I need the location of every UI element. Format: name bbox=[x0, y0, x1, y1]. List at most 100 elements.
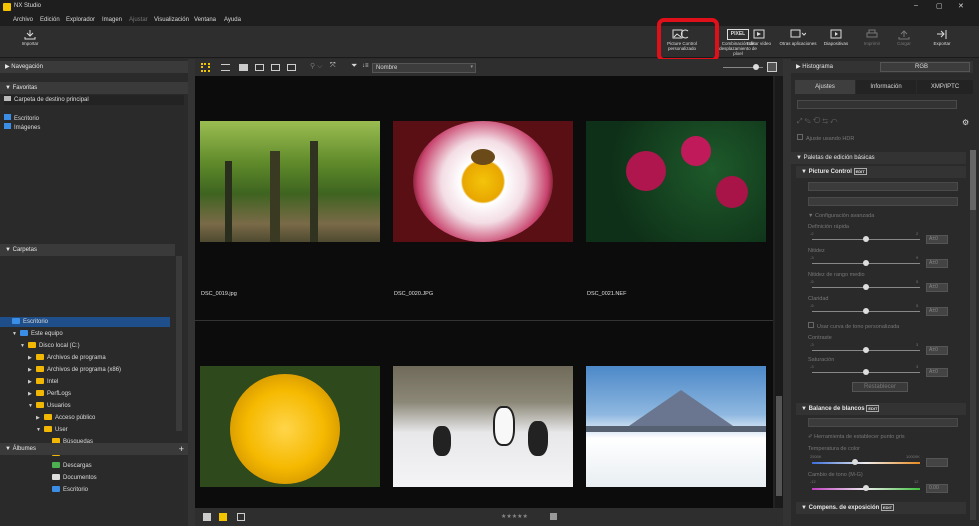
slider-track[interactable] bbox=[812, 369, 920, 375]
vertical-scrollbar[interactable] bbox=[775, 76, 783, 508]
sort-select[interactable]: Nombre ▾ bbox=[372, 63, 476, 73]
filter-icon[interactable]: ⏷ bbox=[351, 61, 357, 71]
expand-caret-icon[interactable]: ▼ bbox=[28, 401, 36, 411]
tree-item[interactable]: ▼ Usuarios bbox=[28, 401, 71, 411]
slideshow-button[interactable]: Diapositivas bbox=[818, 28, 854, 56]
slider-value[interactable]: A±0 bbox=[926, 259, 948, 268]
picture-control-header[interactable]: ▼ Picture Control EDIT bbox=[796, 166, 966, 178]
slider-knob[interactable] bbox=[863, 308, 869, 314]
menu-explorador[interactable]: Explorador bbox=[66, 17, 95, 23]
minimize-button[interactable]: – bbox=[914, 2, 918, 9]
menu-visualizacion[interactable]: Visualización bbox=[154, 17, 189, 23]
menu-ayuda[interactable]: Ayuda bbox=[224, 17, 241, 23]
reset-button[interactable]: Restablecer bbox=[852, 382, 908, 392]
thumbnail-dsc-0019[interactable] bbox=[200, 121, 380, 242]
list-view-icon[interactable] bbox=[221, 64, 230, 71]
navigation-header[interactable]: ▶ Navegación bbox=[0, 61, 188, 73]
gray-point-row[interactable]: ✐ Herramienta de establecer punto gris bbox=[808, 432, 905, 442]
expand-caret-icon[interactable]: ▶ bbox=[36, 413, 44, 423]
folders-header[interactable]: ▼ Carpetas bbox=[0, 244, 175, 256]
slider-track[interactable] bbox=[812, 347, 920, 353]
thumbnail-cranes[interactable] bbox=[393, 366, 573, 487]
expand-caret-icon[interactable]: ▶ bbox=[28, 365, 36, 375]
color-temp-knob[interactable] bbox=[852, 459, 858, 465]
expand-caret-icon[interactable]: ▼ bbox=[12, 329, 20, 339]
fit-icon[interactable]: ⤧ bbox=[330, 62, 336, 70]
tree-item[interactable]: Documentos bbox=[44, 473, 97, 483]
adjust-preset-select[interactable] bbox=[797, 100, 957, 109]
right-scrollbar[interactable] bbox=[970, 150, 976, 520]
tree-item[interactable]: ▶ Acceso público bbox=[36, 413, 95, 423]
tree-item[interactable]: ▶ PerfLogs bbox=[28, 389, 71, 399]
tree-item[interactable]: ▶ Intel bbox=[28, 377, 58, 387]
info-icon[interactable] bbox=[237, 513, 245, 521]
expand-caret-icon[interactable]: ▶ bbox=[28, 353, 36, 363]
restore-button[interactable]: ▢ bbox=[936, 2, 943, 10]
tab-ajustes[interactable]: Ajustes bbox=[795, 80, 855, 94]
map-icon[interactable]: ⚲ ⌵ bbox=[310, 62, 322, 71]
grid-view-icon[interactable] bbox=[201, 63, 210, 72]
slider-knob[interactable] bbox=[863, 347, 869, 353]
slider-value[interactable]: A±0 bbox=[926, 283, 948, 292]
print-button[interactable]: Imprimir bbox=[856, 28, 888, 56]
compare-view-icon[interactable] bbox=[271, 64, 280, 71]
slider-knob[interactable] bbox=[863, 369, 869, 375]
favorites-header[interactable]: ▼ Favoritas bbox=[0, 82, 188, 94]
slider-knob[interactable] bbox=[863, 236, 869, 242]
menu-edicion[interactable]: Edición bbox=[40, 17, 60, 23]
menu-ventana[interactable]: Ventana bbox=[194, 17, 216, 23]
settings-gear-icon[interactable]: ⚙ bbox=[962, 118, 969, 127]
tree-scrollbar[interactable] bbox=[176, 256, 182, 431]
tree-item[interactable]: ▼ Disco local (C:) bbox=[20, 341, 80, 351]
slider-value[interactable]: A±0 bbox=[926, 307, 948, 316]
basic-palettes-header[interactable]: ▼ Paletas de edición básicas bbox=[791, 152, 966, 164]
stack-icon[interactable] bbox=[203, 513, 211, 521]
advanced-settings-row[interactable]: ▼ Configuración avanzada bbox=[808, 211, 874, 221]
right-scroll-thumb[interactable] bbox=[970, 150, 976, 210]
hdr-checkbox[interactable] bbox=[797, 134, 803, 140]
label-icon[interactable] bbox=[219, 513, 227, 521]
white-balance-select[interactable] bbox=[808, 418, 958, 427]
slider-knob[interactable] bbox=[863, 284, 869, 290]
export-button[interactable]: Exportar bbox=[924, 28, 960, 56]
histogram-mode-select[interactable]: RGB bbox=[880, 62, 970, 72]
menu-ajustar[interactable]: Ajustar bbox=[129, 17, 148, 23]
tree-item[interactable]: Escritorio bbox=[44, 485, 88, 495]
thumbnail-size-slider[interactable] bbox=[723, 64, 763, 70]
add-album-icon[interactable]: + bbox=[179, 443, 184, 455]
picture-control-sub-select[interactable] bbox=[808, 197, 958, 206]
tab-informacion[interactable]: Información bbox=[856, 80, 916, 94]
slider-knob[interactable] bbox=[753, 64, 759, 70]
picture-control-select[interactable] bbox=[808, 182, 958, 191]
slider-track[interactable] bbox=[812, 236, 920, 242]
expand-caret-icon[interactable]: ▼ bbox=[20, 341, 28, 351]
menu-imagen[interactable]: Imagen bbox=[102, 17, 122, 23]
slider-track[interactable] bbox=[812, 284, 920, 290]
right-splitter[interactable] bbox=[783, 59, 791, 526]
rating-stars[interactable]: ★★★★★ bbox=[501, 513, 528, 520]
tree-item[interactable]: ▶ Archivos de programa (x86) bbox=[28, 365, 121, 375]
thumbnail-rose[interactable] bbox=[200, 366, 380, 487]
thumbnail-dsc-0020[interactable] bbox=[393, 121, 573, 242]
custom-curve-row[interactable]: Usar curva de tono personalizada bbox=[808, 322, 899, 332]
dest-folder-row[interactable]: Carpeta de destino principal bbox=[4, 95, 184, 105]
color-temp-value[interactable] bbox=[926, 458, 948, 467]
expand-caret-icon[interactable]: ▼ bbox=[36, 425, 44, 435]
filmstrip-view-icon[interactable] bbox=[255, 64, 264, 71]
slider-value[interactable]: A±0 bbox=[926, 235, 948, 244]
thumbnail-dsc-0021[interactable] bbox=[586, 121, 766, 242]
thumbnail-mountain[interactable] bbox=[586, 366, 766, 487]
single-view-icon[interactable] bbox=[239, 64, 248, 71]
tint-value[interactable]: 0.00 bbox=[926, 484, 948, 493]
slider-value[interactable]: A±0 bbox=[926, 346, 948, 355]
hdr-row[interactable]: Ajuste usando HDR bbox=[797, 134, 854, 144]
custom-curve-checkbox[interactable] bbox=[808, 322, 814, 328]
expand-caret-icon[interactable]: ▶ bbox=[28, 377, 36, 387]
fav-images[interactable]: Imágenes bbox=[4, 123, 40, 133]
menu-archivo[interactable]: Archivo bbox=[13, 17, 33, 23]
albums-header[interactable]: ▼ Álbumes + bbox=[0, 443, 188, 455]
tree-item[interactable]: ▼ User bbox=[36, 425, 68, 435]
upload-button[interactable]: Cargar bbox=[888, 28, 920, 56]
slider-track[interactable] bbox=[812, 260, 920, 266]
tab-xmp[interactable]: XMP/IPTC bbox=[917, 80, 973, 94]
